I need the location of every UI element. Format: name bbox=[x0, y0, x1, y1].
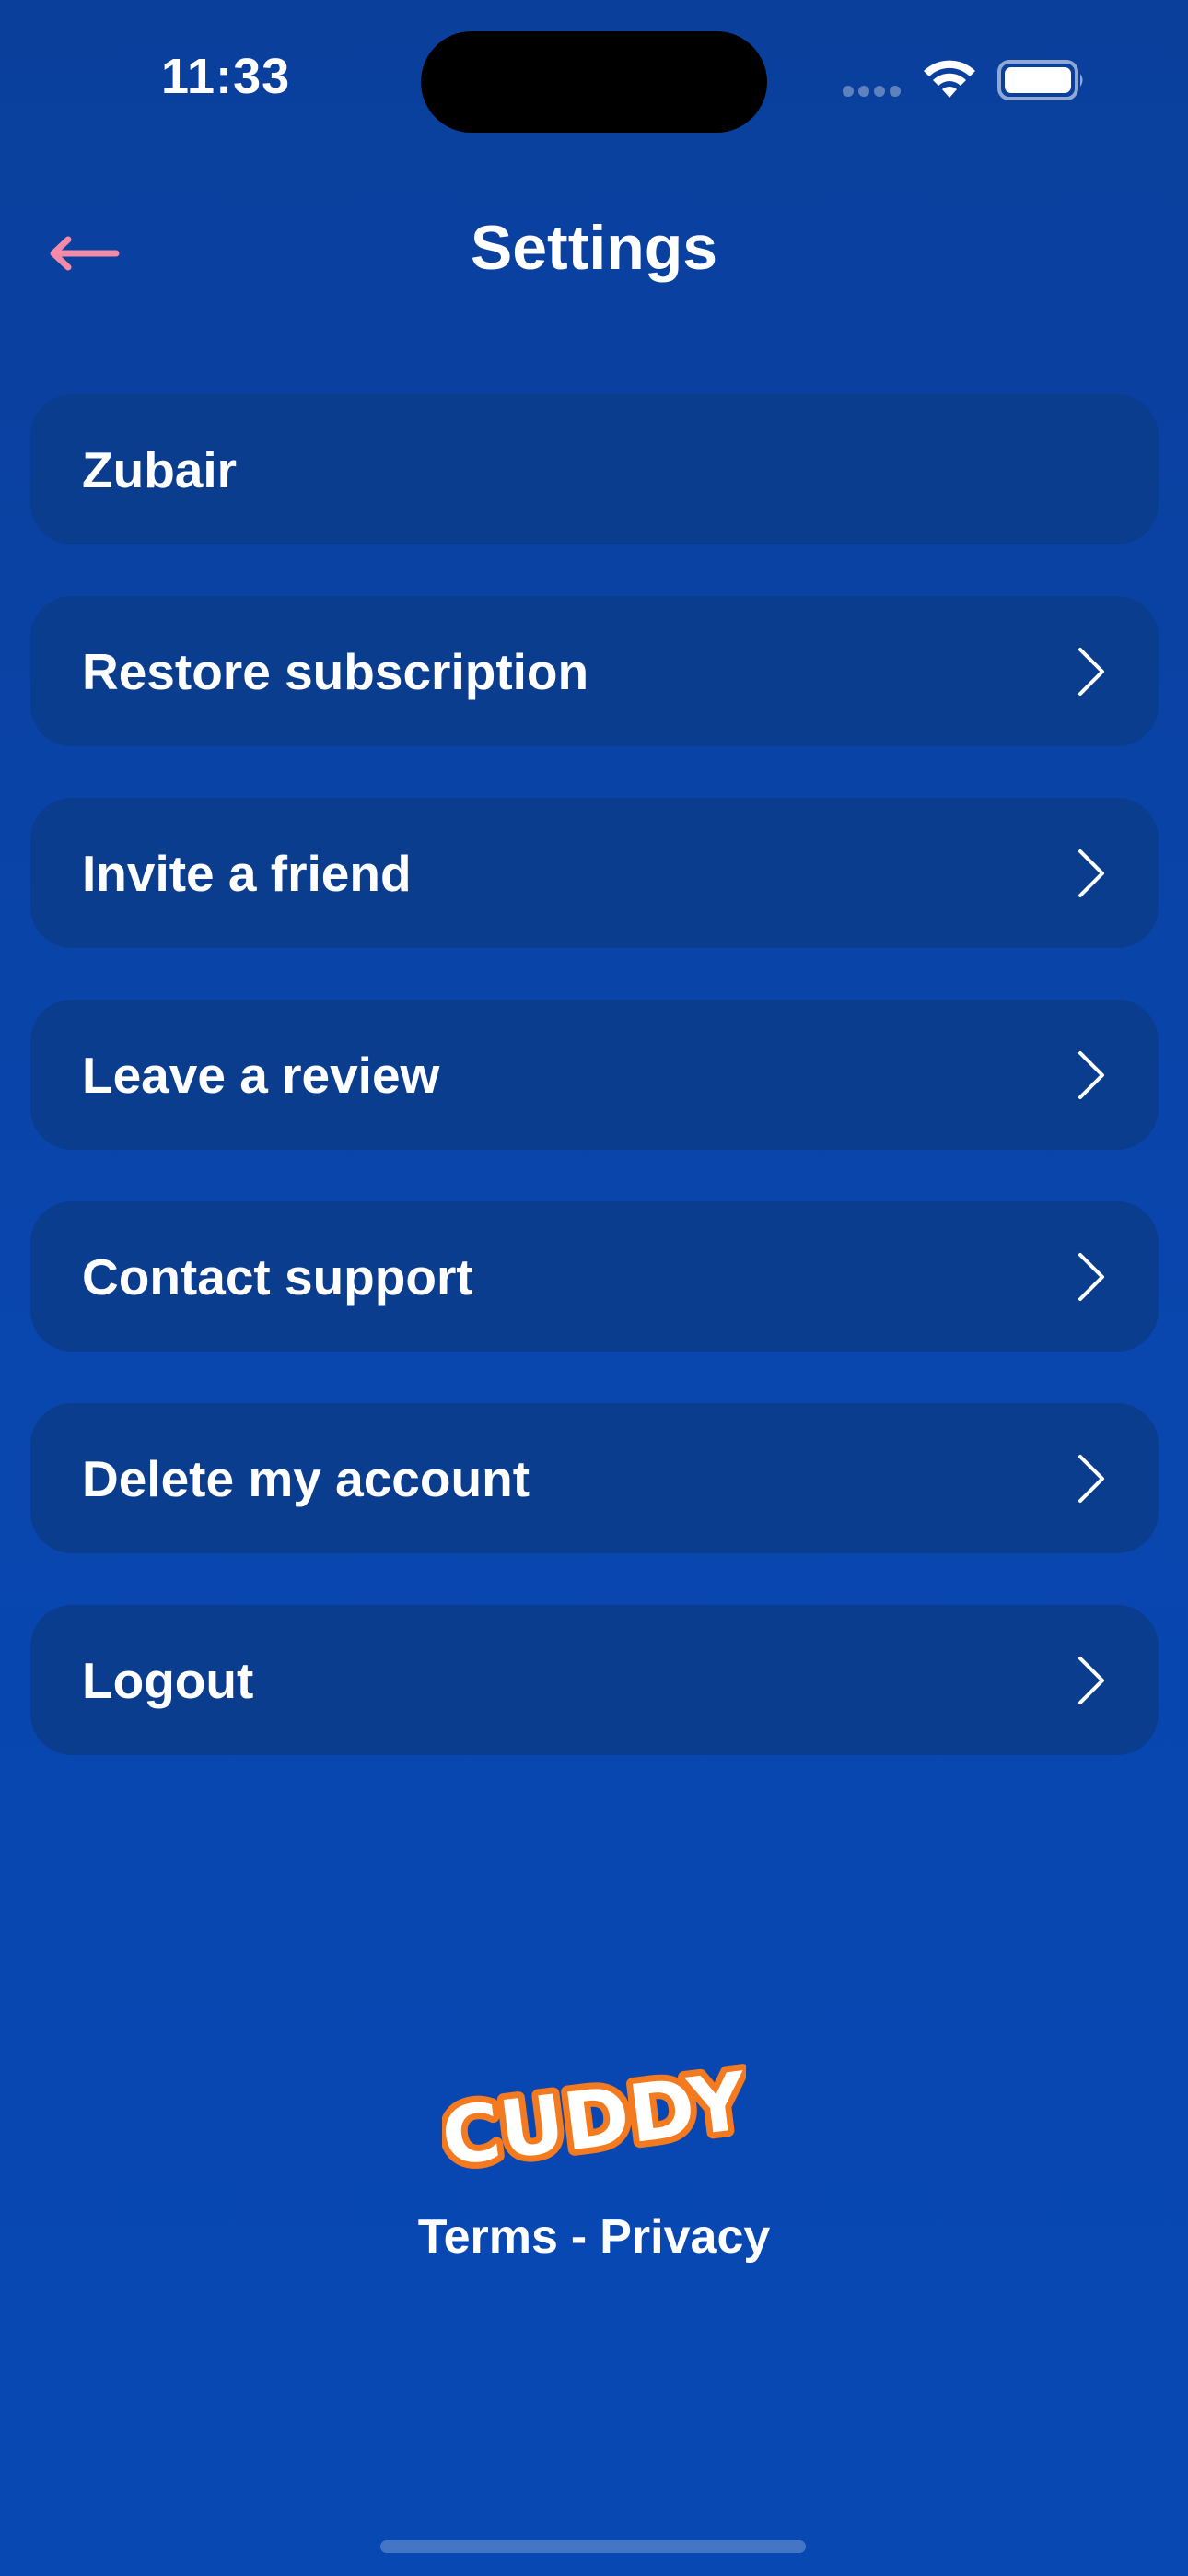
legal-links: Terms - Privacy bbox=[0, 2209, 1188, 2265]
profile-name-label: Zubair bbox=[82, 440, 238, 498]
invite-friend-label: Invite a friend bbox=[82, 844, 412, 902]
leave-review-item[interactable]: Leave a review bbox=[30, 1000, 1159, 1150]
chevron-right-icon bbox=[1078, 647, 1104, 696]
invite-friend-item[interactable]: Invite a friend bbox=[30, 798, 1159, 948]
chevron-right-icon bbox=[1078, 1454, 1104, 1503]
home-indicator bbox=[380, 2540, 806, 2553]
header: Settings bbox=[0, 184, 1188, 322]
status-bar: 11:33 bbox=[0, 0, 1188, 166]
contact-support-item[interactable]: Contact support bbox=[30, 1201, 1159, 1352]
chevron-right-icon bbox=[1078, 1252, 1104, 1301]
legal-separator: - bbox=[570, 2210, 588, 2264]
chevron-right-icon bbox=[1078, 1656, 1104, 1704]
cuddy-logo: CUDDY bbox=[442, 2055, 746, 2184]
signal-icon bbox=[843, 85, 905, 98]
restore-subscription-label: Restore subscription bbox=[82, 642, 589, 700]
logout-item[interactable]: Logout bbox=[30, 1605, 1159, 1755]
logo-text: CUDDY bbox=[442, 2055, 746, 2184]
profile-name-item[interactable]: Zubair bbox=[30, 394, 1159, 544]
settings-list: Zubair Restore subscription Invite a fri… bbox=[30, 394, 1159, 1807]
battery-icon bbox=[997, 60, 1083, 100]
footer: CUDDY Terms - Privacy bbox=[0, 2055, 1188, 2265]
page-title: Settings bbox=[470, 213, 718, 283]
privacy-link[interactable]: Privacy bbox=[600, 2209, 770, 2265]
logout-label: Logout bbox=[82, 1651, 254, 1709]
leave-review-label: Leave a review bbox=[82, 1046, 440, 1104]
chevron-right-icon bbox=[1078, 849, 1104, 897]
delete-account-item[interactable]: Delete my account bbox=[30, 1403, 1159, 1553]
delete-account-label: Delete my account bbox=[82, 1449, 530, 1507]
terms-link[interactable]: Terms bbox=[418, 2209, 558, 2265]
contact-support-label: Contact support bbox=[82, 1247, 473, 1306]
restore-subscription-item[interactable]: Restore subscription bbox=[30, 596, 1159, 746]
wifi-icon bbox=[924, 60, 975, 98]
chevron-right-icon bbox=[1078, 1050, 1104, 1099]
dynamic-island bbox=[421, 31, 767, 133]
status-time: 11:33 bbox=[161, 49, 291, 104]
